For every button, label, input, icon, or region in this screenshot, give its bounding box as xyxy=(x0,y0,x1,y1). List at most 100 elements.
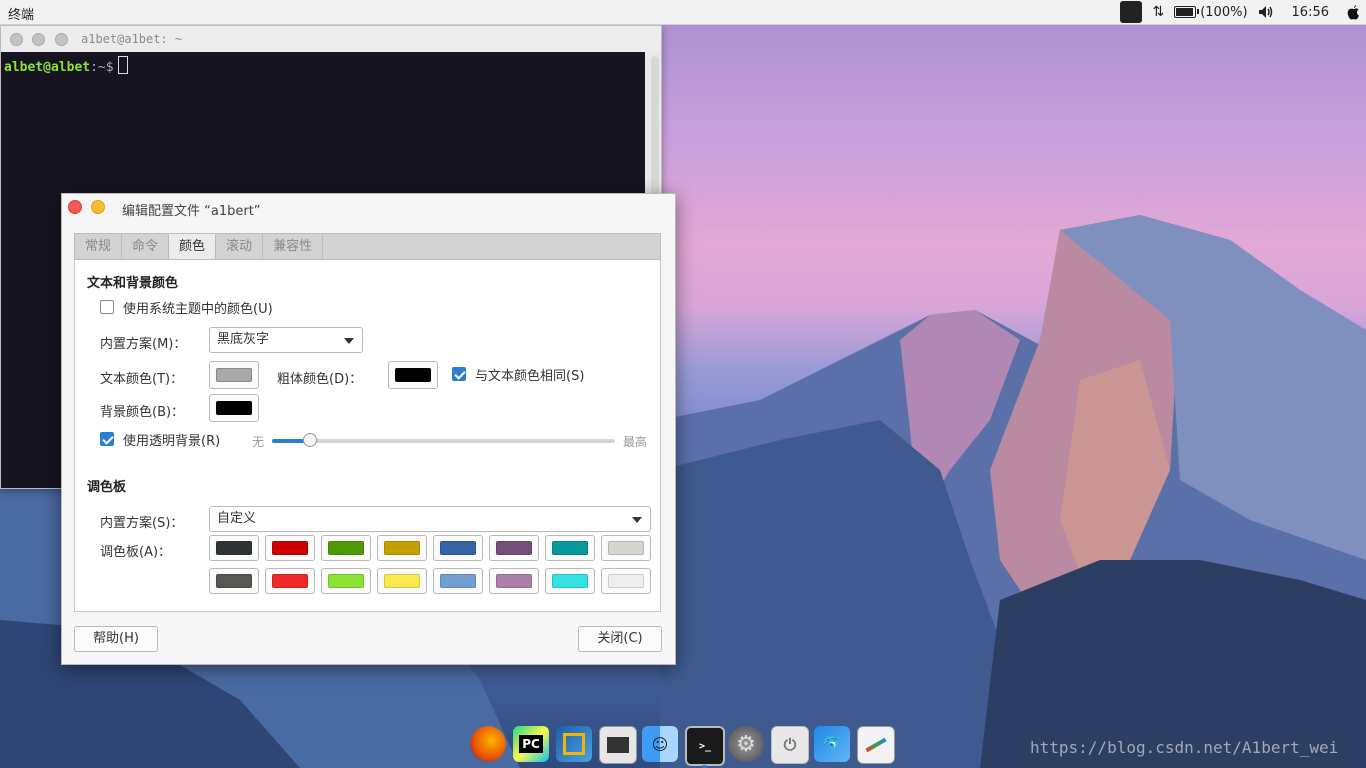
palette-swatch xyxy=(552,541,588,555)
watermark: https://blog.csdn.net/A1bert_wei xyxy=(1030,738,1339,757)
prompt-line: albet@albet:~$ xyxy=(4,56,128,75)
network-icon[interactable]: ⇅ xyxy=(1152,4,1164,20)
pycharm-icon[interactable]: PC xyxy=(513,726,549,762)
section-palette: 调色板 xyxy=(87,480,127,495)
transparent-bg-checkbox[interactable] xyxy=(100,432,114,446)
same-as-text-checkbox[interactable] xyxy=(452,367,466,381)
palette-color-2-5[interactable] xyxy=(433,568,483,594)
colors-panel: 文本和背景颜色 使用系统主题中的颜色(U) 内置方案(M)： 黑底灰字 文本颜色… xyxy=(74,260,661,612)
palette-color-1-8[interactable] xyxy=(601,535,651,561)
tab-command[interactable]: 命令 xyxy=(122,234,170,259)
maximize-button[interactable] xyxy=(55,33,68,46)
palette-color-1-2[interactable] xyxy=(265,535,315,561)
palette-swatch xyxy=(216,574,252,588)
palette-color-1-3[interactable] xyxy=(321,535,371,561)
dock: PC ☺ >_ ⚙ ⏻ 🐬 xyxy=(470,722,896,768)
screenshot-icon[interactable] xyxy=(599,726,637,764)
palette-color-2-6[interactable] xyxy=(489,568,539,594)
clock[interactable]: 16:56 xyxy=(1292,5,1329,20)
dialog-titlebar[interactable]: 编辑配置文件 “a1bert” xyxy=(62,194,675,222)
slider-handle[interactable] xyxy=(302,433,317,447)
power-icon[interactable]: ⏻ xyxy=(771,726,809,764)
transparent-bg-label[interactable]: 使用透明背景(R) xyxy=(123,430,220,449)
palette-scheme-value: 自定义 xyxy=(217,511,257,526)
terminal-icon[interactable]: >_ xyxy=(685,726,725,766)
close-button[interactable] xyxy=(68,200,82,214)
palette-swatch xyxy=(608,541,644,555)
text-color-button[interactable] xyxy=(209,361,259,389)
same-as-text-label[interactable]: 与文本颜色相同(S) xyxy=(475,365,584,384)
dialog-title: 编辑配置文件 “a1bert” xyxy=(122,204,261,219)
bg-color-swatch xyxy=(216,401,252,415)
prompt-path: :~$ xyxy=(90,60,114,75)
palette-swatch xyxy=(384,541,420,555)
palette-color-1-6[interactable] xyxy=(489,535,539,561)
mysql-workbench-icon[interactable]: 🐬 xyxy=(814,726,850,762)
text-color-swatch xyxy=(216,368,252,382)
palette-color-2-1[interactable] xyxy=(209,568,259,594)
chevron-down-icon xyxy=(344,338,354,344)
active-app-name[interactable]: 终端 xyxy=(8,4,34,23)
palette-color-2-8[interactable] xyxy=(601,568,651,594)
volume-icon[interactable] xyxy=(1258,5,1274,19)
terminal-titlebar[interactable]: a1bet@a1bet: ~ xyxy=(1,26,661,52)
tab-bar: 常规 命令 颜色 滚动 兼容性 xyxy=(74,233,661,260)
text-editor-icon[interactable] xyxy=(857,726,895,764)
palette-color-2-2[interactable] xyxy=(265,568,315,594)
palette-scheme-combo[interactable]: 自定义 xyxy=(209,506,651,532)
palette-swatch xyxy=(272,541,308,555)
bold-color-button[interactable] xyxy=(388,361,438,389)
text-color-label: 文本颜色(T)： xyxy=(100,372,184,387)
minimize-button[interactable] xyxy=(32,33,45,46)
command-icon[interactable]: ⌘ xyxy=(1120,1,1143,23)
close-dialog-button[interactable]: 关闭(C) xyxy=(578,626,662,652)
use-system-theme-checkbox[interactable] xyxy=(100,300,114,314)
palette-color-1-7[interactable] xyxy=(545,535,595,561)
battery-indicator[interactable]: (100%) xyxy=(1174,5,1248,20)
terminal-title: a1bet@a1bet: ~ xyxy=(81,32,183,46)
bg-color-label: 背景颜色(B)： xyxy=(100,405,185,420)
palette-swatch xyxy=(608,574,644,588)
transparency-slider[interactable] xyxy=(272,433,615,447)
palette-color-2-3[interactable] xyxy=(321,568,371,594)
palette-swatch xyxy=(328,574,364,588)
palette-color-1-4[interactable] xyxy=(377,535,427,561)
apple-icon[interactable] xyxy=(1347,4,1360,20)
palette-swatch xyxy=(328,541,364,555)
tab-general[interactable]: 常规 xyxy=(75,234,123,259)
tab-scrolling[interactable]: 滚动 xyxy=(216,234,264,259)
builtin-scheme-value: 黑底灰字 xyxy=(217,332,270,347)
finder-icon[interactable]: ☺ xyxy=(642,726,678,762)
bg-color-button[interactable] xyxy=(209,394,259,422)
tab-colors[interactable]: 颜色 xyxy=(169,234,217,259)
palette-swatch xyxy=(496,541,532,555)
palette-swatch xyxy=(216,541,252,555)
palette-swatch xyxy=(496,574,532,588)
minimize-button[interactable] xyxy=(91,200,105,214)
battery-icon xyxy=(1174,6,1200,18)
top-panel: 终端 ⌘ ⇅ (100%) 16:56 xyxy=(0,0,1366,25)
profile-preferences-dialog[interactable]: 编辑配置文件 “a1bert” 常规 命令 颜色 滚动 兼容性 文本和背景颜色 … xyxy=(61,193,676,665)
builtin-scheme-combo[interactable]: 黑底灰字 xyxy=(209,327,363,353)
builtin-scheme-label: 内置方案(M)： xyxy=(100,337,187,352)
help-button[interactable]: 帮助(H) xyxy=(74,626,158,652)
section-text-background: 文本和背景颜色 xyxy=(87,276,179,291)
slider-min-label: 无 xyxy=(252,435,265,449)
use-system-theme-label[interactable]: 使用系统主题中的颜色(U) xyxy=(123,298,273,317)
palette-color-1-1[interactable] xyxy=(209,535,259,561)
system-tray: ⌘ ⇅ (100%) 16:56 xyxy=(1110,0,1366,24)
virtualbox-icon[interactable] xyxy=(556,726,592,762)
settings-icon[interactable]: ⚙ xyxy=(728,726,764,762)
prompt-user: albet@albet xyxy=(4,60,91,75)
text-cursor xyxy=(117,56,128,74)
slider-max-label: 最高 xyxy=(623,435,648,449)
close-button[interactable] xyxy=(10,33,23,46)
palette-swatch xyxy=(552,574,588,588)
firefox-icon[interactable] xyxy=(470,726,506,762)
palette-swatch xyxy=(272,574,308,588)
tab-compatibility[interactable]: 兼容性 xyxy=(263,234,324,259)
chevron-down-icon xyxy=(632,517,642,523)
palette-color-2-4[interactable] xyxy=(377,568,427,594)
palette-color-1-5[interactable] xyxy=(433,535,483,561)
palette-color-2-7[interactable] xyxy=(545,568,595,594)
